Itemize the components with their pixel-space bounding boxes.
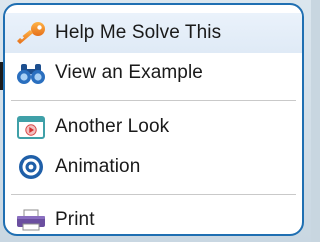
- menu-item-label: View an Example: [55, 62, 203, 83]
- menu-item-view-an-example[interactable]: View an Example: [5, 53, 302, 93]
- menu-item-label: Help Me Solve This: [55, 22, 222, 43]
- menu-item-label: Print: [55, 209, 95, 230]
- menu-item-label: Another Look: [55, 116, 170, 137]
- menu-item-help-me-solve-this[interactable]: Help Me Solve This: [5, 13, 302, 53]
- video-window-icon: [13, 113, 49, 141]
- menu-item-label: Animation: [55, 156, 141, 177]
- menu-item-animation[interactable]: Animation: [5, 147, 302, 187]
- menu-separator: [11, 194, 296, 195]
- menu-item-another-look[interactable]: Another Look: [5, 107, 302, 147]
- menu-separator: [11, 100, 296, 101]
- printer-icon: [13, 206, 49, 234]
- help-menu: Help Me Solve This View an Example Anoth…: [3, 3, 304, 236]
- animation-icon: [13, 153, 49, 181]
- menu-item-print[interactable]: Print: [5, 200, 302, 234]
- key-icon: [13, 19, 49, 47]
- binoculars-icon: [13, 59, 49, 87]
